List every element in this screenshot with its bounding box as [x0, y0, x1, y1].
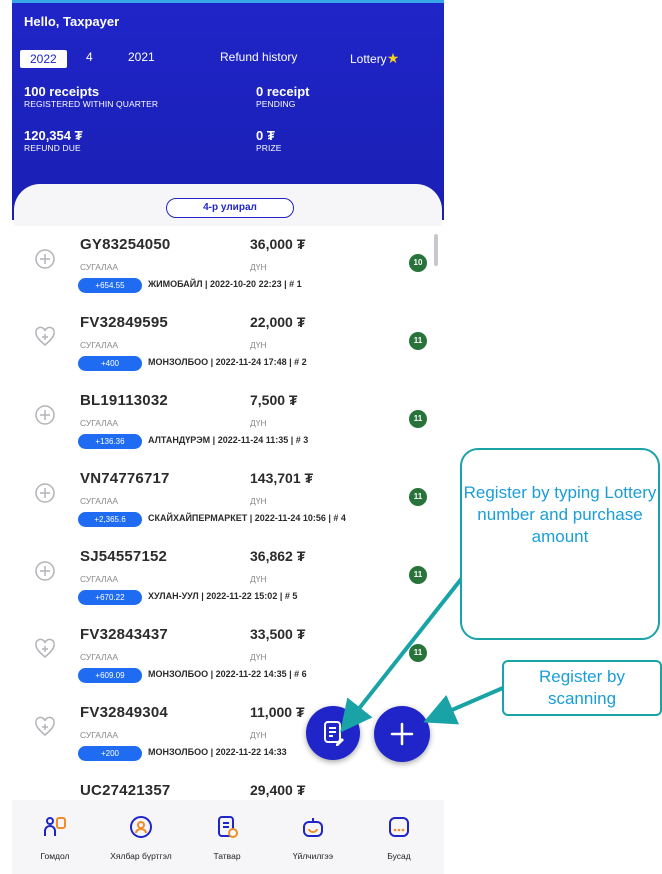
callout-typing: Register by typing Lottery number and pu…: [460, 448, 660, 640]
callout-arrows: [340, 576, 513, 733]
arrow-to-scanning-button: [423, 682, 513, 725]
callout-scanning: Register by scanning: [502, 660, 662, 716]
callout-scanning-text: Register by scanning: [539, 667, 625, 708]
arrow-to-typing-button: [340, 576, 464, 733]
callout-typing-text: Register by typing Lottery number and pu…: [463, 483, 657, 546]
